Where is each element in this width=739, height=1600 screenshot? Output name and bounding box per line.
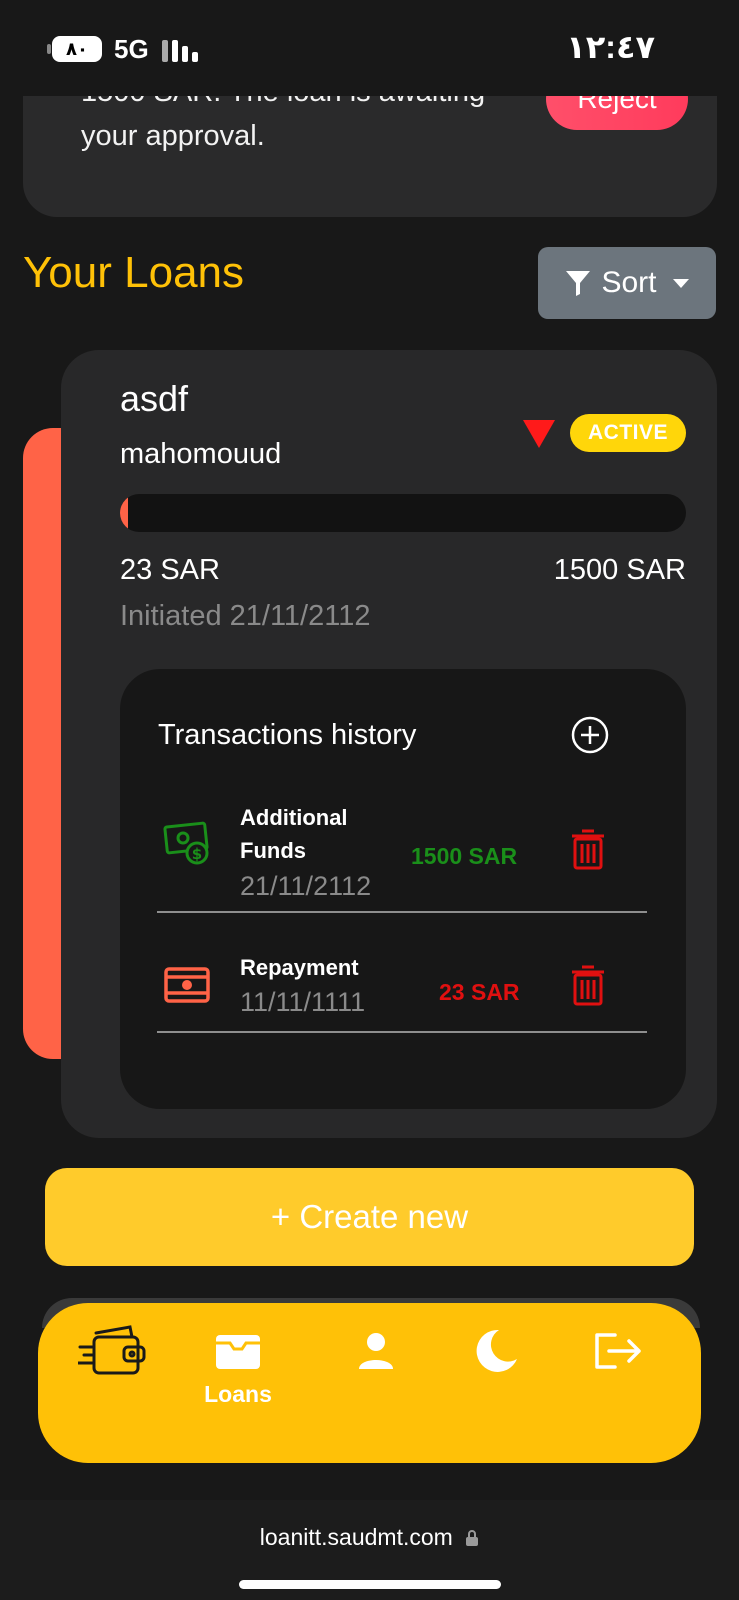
transaction-date: 11/11/1111 (240, 987, 366, 1017)
status-bar: ٨٠ 5G ١٢:٤٧ (0, 0, 739, 96)
loan-name: asdf (120, 378, 189, 419)
svg-text:$: $ (192, 845, 202, 863)
nav-item-home[interactable] (74, 1323, 154, 1381)
status-badge: ACTIVE (570, 414, 686, 452)
nav-item-theme[interactable] (455, 1327, 535, 1375)
money-dollar-icon: $ (163, 821, 209, 865)
create-new-button[interactable]: + Create new (45, 1168, 694, 1266)
wallet-logo-icon (78, 1325, 146, 1375)
bottom-nav: Loans (38, 1303, 701, 1463)
banknote-icon (164, 967, 210, 1003)
url-text: loanitt.saudmt.com (0, 1524, 739, 1551)
battery-indicator: ٨٠ (47, 36, 102, 62)
nav-item-logout[interactable] (578, 1331, 658, 1371)
transaction-label: Additional Funds (240, 805, 348, 863)
add-circle-icon[interactable] (571, 716, 609, 754)
page-title: Your Loans (23, 248, 245, 297)
trash-icon[interactable] (569, 963, 607, 1007)
transaction-row: Repayment 11/11/1111 23 SAR (157, 951, 647, 1033)
browser-url-bar[interactable]: loanitt.saudmt.com (0, 1500, 739, 1600)
sort-label: Sort (601, 266, 657, 299)
lock-icon (466, 1530, 479, 1546)
transaction-label: Repayment (240, 955, 359, 980)
transactions-title: Transactions history (158, 719, 417, 751)
transactions-panel: Transactions history $ Additional Funds … (120, 669, 686, 1109)
network-type: 5G (114, 34, 149, 64)
transaction-amount: 23 SAR (439, 979, 520, 1005)
repayment-progress-bar (120, 494, 686, 532)
paid-amount: 23 SAR (120, 554, 220, 586)
home-indicator[interactable] (239, 1580, 501, 1589)
url-label: loanitt.saudmt.com (259, 1524, 453, 1550)
moon-icon (476, 1329, 517, 1372)
trash-icon[interactable] (569, 827, 607, 871)
filter-icon (566, 271, 591, 296)
transaction-date: 21/11/2112 (240, 871, 372, 901)
nav-label-loans: Loans (204, 1381, 272, 1407)
signal-icon (162, 38, 198, 62)
repayment-progress-fill (120, 494, 129, 532)
initiated-date: Initiated 21/11/2112 (120, 600, 371, 632)
nav-item-loans[interactable]: Loans (198, 1331, 278, 1408)
logout-icon (595, 1333, 641, 1369)
transaction-row: $ Additional Funds 21/11/2112 1500 SAR (157, 799, 647, 913)
clock: ١٢:٤٧ (566, 29, 655, 65)
transaction-amount: 1500 SAR (411, 843, 518, 869)
sort-button[interactable]: Sort (538, 247, 716, 319)
user-icon (359, 1333, 393, 1369)
loan-borrower: mahomouud (120, 438, 282, 470)
total-amount: 1500 SAR (553, 554, 686, 586)
loan-card[interactable]: asdf mahomouud ACTIVE 23 SAR 1500 SAR In… (61, 350, 717, 1138)
expand-triangle-icon[interactable] (523, 420, 555, 448)
chevron-down-icon (672, 278, 689, 288)
folder-icon (216, 1335, 260, 1369)
nav-item-profile[interactable] (336, 1331, 416, 1371)
